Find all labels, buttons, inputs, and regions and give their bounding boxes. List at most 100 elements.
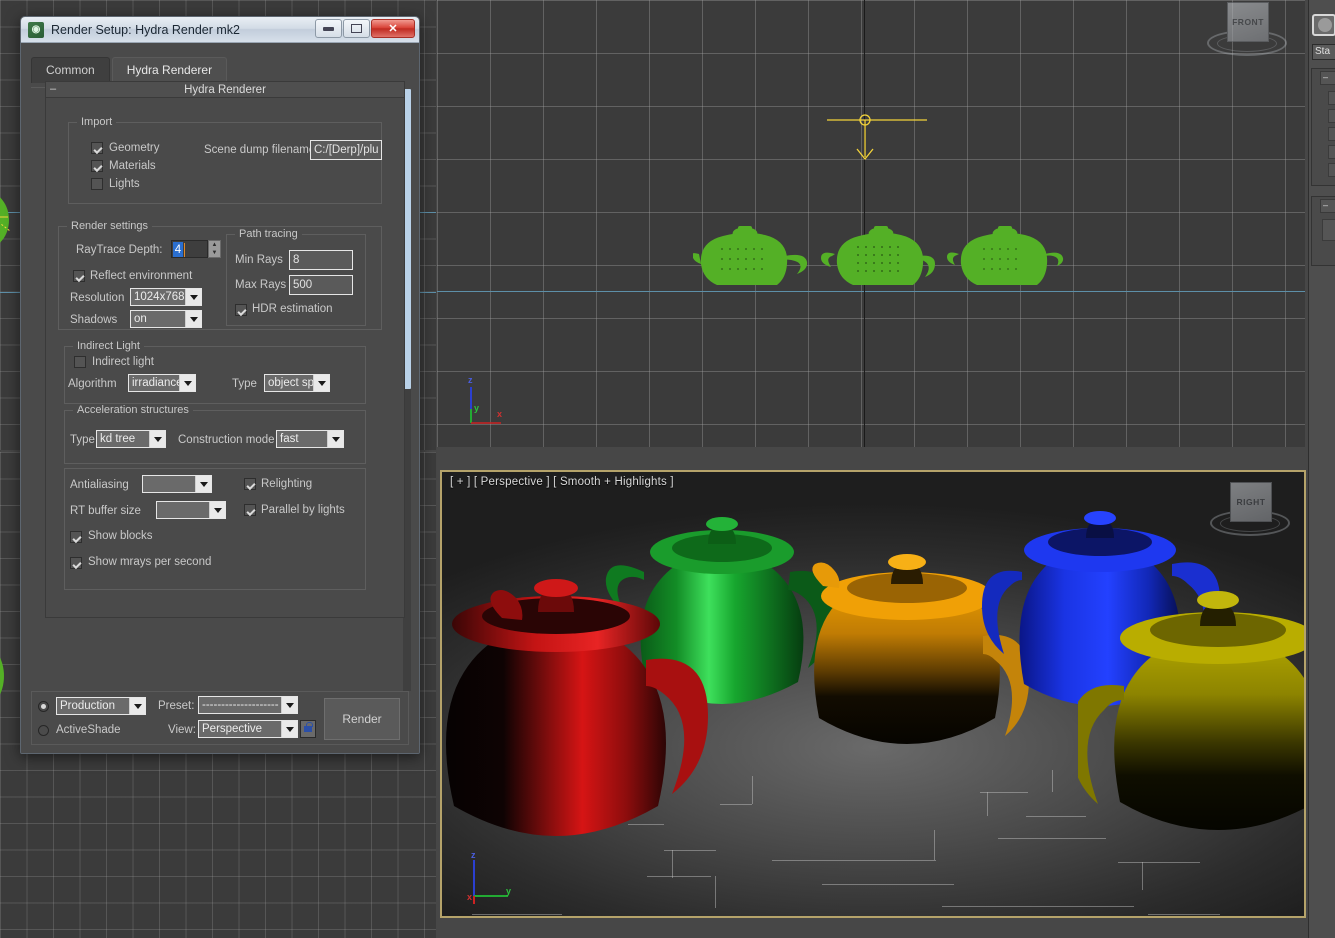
light-gizmo-left [0,185,22,255]
acceleration-type-dropdown[interactable]: kd tree [96,430,166,448]
relighting-checkbox[interactable] [244,478,256,490]
chevron-down-icon[interactable] [185,289,201,305]
viewcube-face-perspective[interactable]: RIGHT [1230,482,1272,522]
preset-dropdown[interactable]: -------------------- [198,696,298,714]
window-buttons[interactable]: ✕ [314,19,415,38]
command-panel-rollout-1[interactable]: – [1311,68,1335,186]
reflect-environment-checkbox[interactable] [73,270,85,282]
import-group-title: Import [77,116,116,128]
teapot-red[interactable] [440,566,738,856]
rollout-row[interactable] [1328,145,1335,159]
rollout-row[interactable] [1328,163,1335,177]
viewport-perspective-label: [ + ] [ Perspective ] [ Smooth + Highlig… [450,476,674,488]
antialiasing-dropdown[interactable] [142,475,212,493]
minimize-button[interactable] [315,19,342,38]
render-action-bar: Production ActiveShade Preset: ---------… [31,691,409,745]
chevron-down-icon[interactable] [179,375,195,391]
chevron-down-icon[interactable] [185,311,201,327]
viewcube-face[interactable]: FRONT [1227,2,1269,42]
teapot-front-3[interactable] [947,218,1065,298]
shadows-dropdown[interactable]: on [130,310,202,328]
command-panel[interactable]: Sta – – [1308,0,1335,938]
viewcube-perspective[interactable]: RIGHT [1208,480,1292,542]
production-radio[interactable] [38,701,49,712]
view-lock-button[interactable] [300,720,316,738]
tab-common[interactable]: Common [31,57,110,83]
rollout-header-1[interactable]: – [1320,71,1335,85]
indirect-light-checkbox[interactable] [74,356,86,368]
activeshade-radio[interactable] [38,725,49,736]
maximize-button[interactable] [343,19,370,38]
viewport-perspective[interactable]: [ + ] [ Perspective ] [ Smooth + Highlig… [440,470,1306,918]
dialog-tabs[interactable]: Common Hydra Renderer [31,57,229,83]
close-icon: ✕ [388,22,397,35]
chevron-down-icon[interactable] [149,431,165,447]
rollout-row[interactable] [1328,91,1335,105]
production-mode-dropdown[interactable]: Production [56,697,146,715]
chevron-down-icon[interactable] [195,476,211,492]
close-button[interactable]: ✕ [371,19,415,38]
show-blocks-label: Show blocks [88,530,153,542]
rollout-row[interactable] [1328,127,1335,141]
rollout-collapse-glyph-1: – [1323,72,1328,82]
hdr-estimation-checkbox[interactable] [235,304,247,316]
rollout-collapse-icon[interactable]: – [50,85,59,94]
dialog-titlebar[interactable]: ◉ Render Setup: Hydra Render mk2 ✕ [21,17,419,43]
teapot-front-2[interactable] [819,218,937,298]
construction-mode-dropdown[interactable]: fast [276,430,344,448]
rt-buffer-size-dropdown[interactable] [156,501,226,519]
lights-checkbox[interactable] [91,178,103,190]
floor-marking-vertical [752,776,753,804]
parallel-by-lights-checkbox[interactable] [244,504,256,516]
chevron-down-icon[interactable] [281,697,297,713]
rollout-header-2[interactable]: – [1320,199,1335,213]
raytrace-depth-field[interactable]: 4 [171,240,208,258]
chevron-down-icon[interactable] [327,431,343,447]
shadows-label: Shadows [70,314,117,326]
render-setup-dialog[interactable]: ◉ Render Setup: Hydra Render mk2 ✕ Commo… [20,16,420,754]
raytrace-depth-spinner[interactable]: 4 ▲ ▼ [171,240,221,258]
hydra-renderer-rollout-body: Import Geometry Materials Lights Scene d… [45,98,405,618]
tab-hydra-renderer[interactable]: Hydra Renderer [112,57,227,83]
geometry-checkbox[interactable] [91,142,103,154]
teapot-front-1[interactable] [693,218,811,298]
hydra-renderer-rollout-header[interactable]: – Hydra Renderer [45,81,405,98]
axis-tripod-front: z y x [463,375,519,431]
object-name-field[interactable]: Sta [1312,44,1335,60]
reflect-environment-label: Reflect environment [90,270,192,282]
indirect-type-dropdown[interactable]: object spa [264,374,330,392]
chevron-down-icon[interactable] [281,721,297,737]
render-button[interactable]: Render [324,698,400,740]
max-rays-field[interactable]: 500 [289,275,353,295]
resolution-dropdown[interactable]: 1024x768 [130,288,202,306]
scene-dump-filename-field[interactable]: C:/[Derp]/plu [310,140,382,160]
algorithm-label: Algorithm [68,378,117,390]
materials-checkbox[interactable] [91,160,103,172]
hydra-renderer-rollout: – Hydra Renderer Import Geometry Materia… [45,81,405,618]
floor-marking-vertical [715,876,716,908]
chevron-down-icon[interactable] [129,698,145,714]
viewport-front[interactable]: FRONT z y x [437,0,1305,447]
show-blocks-checkbox[interactable] [70,531,82,543]
show-mrays-checkbox[interactable] [70,557,82,569]
chevron-down-icon[interactable] [209,502,225,518]
lights-label: Lights [109,178,140,190]
stepper-up-icon[interactable]: ▲ [209,241,220,249]
min-rays-label: Min Rays [235,254,283,266]
chevron-down-icon[interactable] [313,375,329,391]
preset-label: Preset: [158,700,194,712]
path-tracing-group-title: Path tracing [235,228,302,240]
view-dropdown[interactable]: Perspective [198,720,298,738]
viewcube-front[interactable]: FRONT [1205,0,1289,62]
raytrace-depth-stepper[interactable]: ▲ ▼ [208,240,221,258]
rollout-row[interactable] [1328,109,1335,123]
min-rays-field[interactable]: 8 [289,250,353,270]
stepper-down-icon[interactable]: ▼ [209,249,220,257]
direct-light-gizmo[interactable] [817,105,937,170]
teapot-olive[interactable] [1078,572,1306,852]
command-panel-color-swatch-button[interactable] [1312,14,1335,38]
production-mode-value: Production [57,700,129,712]
command-panel-rollout-2[interactable]: – [1311,196,1335,266]
rollout-row[interactable] [1322,219,1335,241]
algorithm-dropdown[interactable]: irradiance [128,374,196,392]
